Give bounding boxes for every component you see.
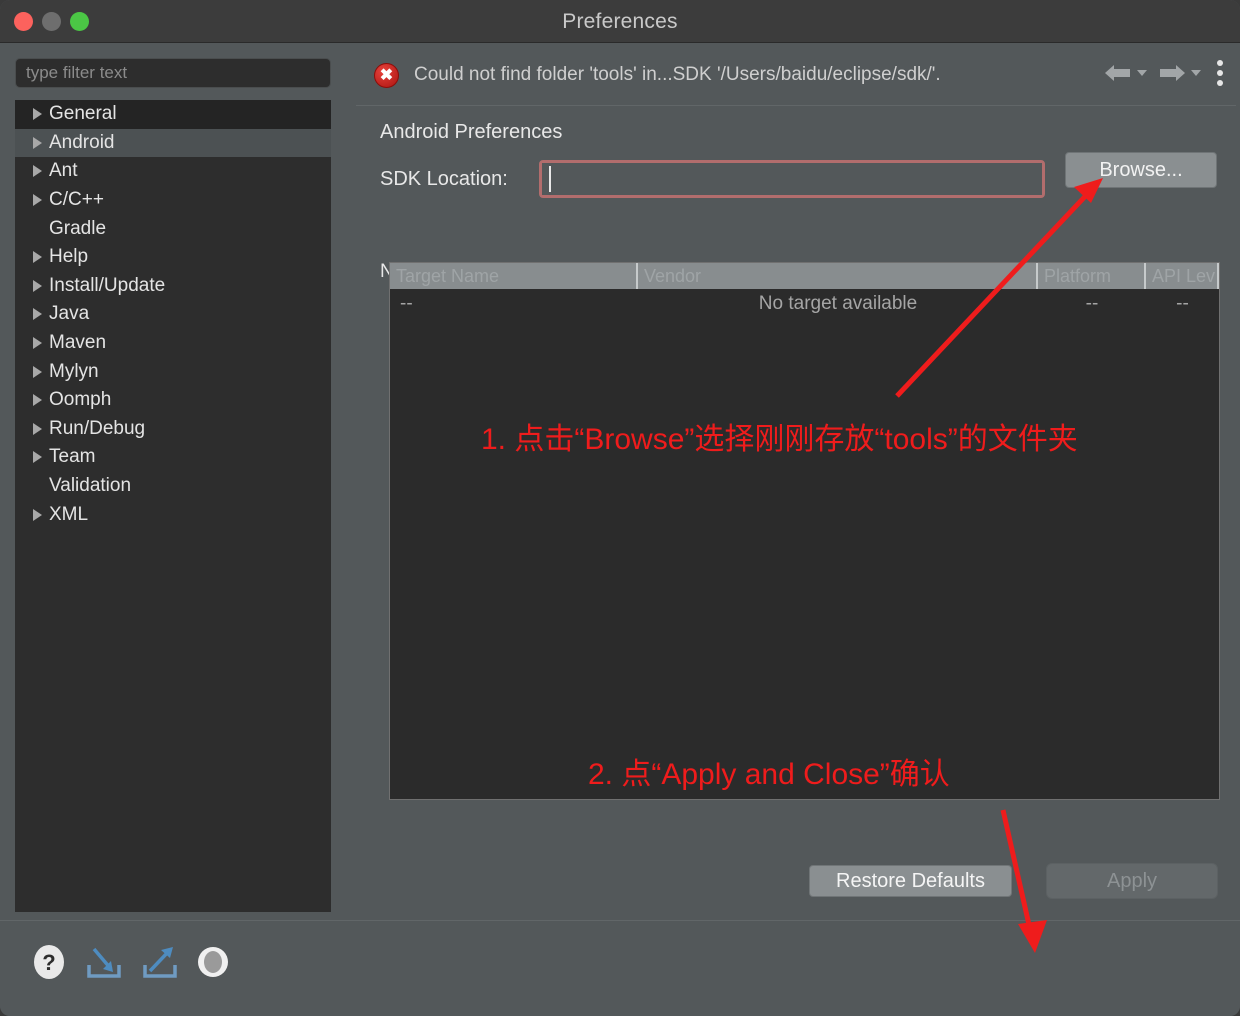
- sidebar-item-label: Java: [49, 303, 90, 325]
- sidebar-item-label: Mylyn: [49, 360, 99, 382]
- svg-text:?: ?: [42, 950, 55, 975]
- sdk-location-label: SDK Location:: [380, 168, 508, 190]
- sidebar-item-label: General: [49, 103, 117, 125]
- sidebar-item-oomph[interactable]: Oomph: [15, 386, 331, 415]
- sidebar-item-label: Team: [49, 446, 96, 468]
- browse-button[interactable]: Browse...: [1065, 152, 1217, 188]
- sidebar-item-ant[interactable]: Ant: [15, 157, 331, 186]
- column-header-vendor[interactable]: Vendor: [638, 263, 1038, 289]
- annotation-step-1: 1. 点击“Browse”选择刚刚存放“tools”的文件夹: [481, 423, 1078, 456]
- sidebar-item-label: Android: [49, 131, 115, 153]
- sdk-location-field-wrapper: [539, 160, 1045, 198]
- expand-triangle-icon[interactable]: [33, 451, 42, 464]
- navigation-controls: [1103, 60, 1227, 86]
- sidebar-item-c-c-[interactable]: C/C++: [15, 186, 331, 215]
- apply-button[interactable]: Apply: [1046, 863, 1218, 899]
- preferences-window: Preferences General Android Ant C/C++ Gradle…: [0, 0, 1240, 1016]
- section-title: Android Preferences: [380, 121, 563, 143]
- sidebar-item-install-update[interactable]: Install/Update: [15, 272, 331, 301]
- circle-toggle-icon[interactable]: [196, 945, 230, 984]
- sidebar-item-maven[interactable]: Maven: [15, 329, 331, 358]
- export-icon[interactable]: [140, 943, 180, 986]
- expand-triangle-icon[interactable]: [33, 194, 42, 207]
- table-row[interactable]: -- No target available -- --: [390, 289, 1219, 319]
- back-dropdown-caret-icon[interactable]: [1137, 70, 1147, 76]
- sidebar-item-validation[interactable]: Validation: [15, 472, 331, 501]
- cell-vendor: No target available: [758, 293, 918, 314]
- table-body: -- No target available -- --: [390, 289, 1219, 319]
- table-header-row: Target Name Vendor Platform API Lev: [390, 263, 1219, 289]
- sidebar-item-label: Maven: [49, 332, 107, 354]
- sidebar-item-label: Validation: [49, 475, 132, 497]
- title-bar: Preferences: [0, 0, 1240, 43]
- expand-triangle-icon[interactable]: [33, 308, 42, 321]
- text-cursor: [549, 166, 551, 192]
- forward-dropdown-caret-icon[interactable]: [1191, 70, 1201, 76]
- sidebar-item-android[interactable]: Android: [15, 128, 331, 158]
- expand-triangle-icon[interactable]: [33, 422, 42, 435]
- cell-platform: --: [1085, 293, 1099, 314]
- message-bar: ✖ Could not find folder 'tools' in...SDK…: [356, 44, 1236, 106]
- restore-defaults-button[interactable]: Restore Defaults: [809, 865, 1012, 897]
- expand-triangle-icon[interactable]: [33, 365, 42, 378]
- sidebar-item-label: XML: [49, 503, 89, 525]
- sidebar-item-run-debug[interactable]: Run/Debug: [15, 415, 331, 444]
- expand-triangle-icon[interactable]: [33, 279, 42, 292]
- sidebar-item-label: Ant: [49, 160, 78, 182]
- filter-input[interactable]: [15, 58, 331, 88]
- annotation-step-2: 2. 点“Apply and Close”确认: [588, 758, 950, 791]
- error-message: Could not find folder 'tools' in...SDK '…: [414, 64, 941, 85]
- sidebar-item-gradle[interactable]: Gradle: [15, 214, 331, 243]
- error-x-icon: ✖: [374, 63, 399, 88]
- expand-triangle-icon[interactable]: [33, 165, 42, 178]
- footer-bar: ?: [0, 920, 1240, 1016]
- cell-target-name: --: [400, 293, 413, 314]
- expand-triangle-icon[interactable]: [33, 108, 42, 121]
- expand-triangle-icon[interactable]: [33, 251, 42, 264]
- sidebar-item-java[interactable]: Java: [15, 300, 331, 329]
- sidebar-item-team[interactable]: Team: [15, 443, 331, 472]
- help-icon[interactable]: ?: [30, 943, 68, 986]
- sidebar-item-label: Help: [49, 246, 89, 268]
- sidebar-item-mylyn[interactable]: Mylyn: [15, 357, 331, 386]
- back-arrow-icon[interactable]: [1103, 60, 1133, 86]
- import-icon[interactable]: [84, 943, 124, 986]
- preferences-tree[interactable]: General Android Ant C/C++ Gradle Help Install/…: [15, 100, 331, 912]
- sidebar-item-label: Gradle: [49, 217, 107, 239]
- sidebar-item-label: Oomph: [49, 389, 112, 411]
- sidebar-item-general[interactable]: General: [15, 100, 331, 129]
- sidebar-item-label: C/C++: [49, 189, 104, 211]
- footer-icon-group: ?: [30, 943, 230, 986]
- sdk-targets-table[interactable]: Target Name Vendor Platform API Lev -- No ta…: [389, 262, 1220, 800]
- sidebar-item-help[interactable]: Help: [15, 243, 331, 272]
- expand-triangle-icon[interactable]: [33, 337, 42, 350]
- kebab-menu-icon[interactable]: [1217, 60, 1223, 86]
- sidebar-item-xml[interactable]: XML: [15, 500, 331, 529]
- forward-arrow-icon[interactable]: [1157, 60, 1187, 86]
- sidebar-item-label: Install/Update: [49, 274, 166, 296]
- column-header-target-name[interactable]: Target Name: [390, 263, 638, 289]
- sidebar-item-label: Run/Debug: [49, 417, 146, 439]
- expand-triangle-icon[interactable]: [33, 394, 42, 407]
- expand-triangle-icon[interactable]: [33, 136, 42, 149]
- sidebar: General Android Ant C/C++ Gradle Help Install/…: [9, 44, 352, 919]
- expand-triangle-icon[interactable]: [33, 508, 42, 521]
- cell-api-level: --: [1176, 293, 1189, 314]
- column-header-platform[interactable]: Platform: [1038, 263, 1146, 289]
- sdk-location-input[interactable]: [542, 163, 1042, 195]
- page-title: Preferences: [562, 10, 678, 33]
- column-header-api-lev[interactable]: API Lev: [1146, 263, 1219, 289]
